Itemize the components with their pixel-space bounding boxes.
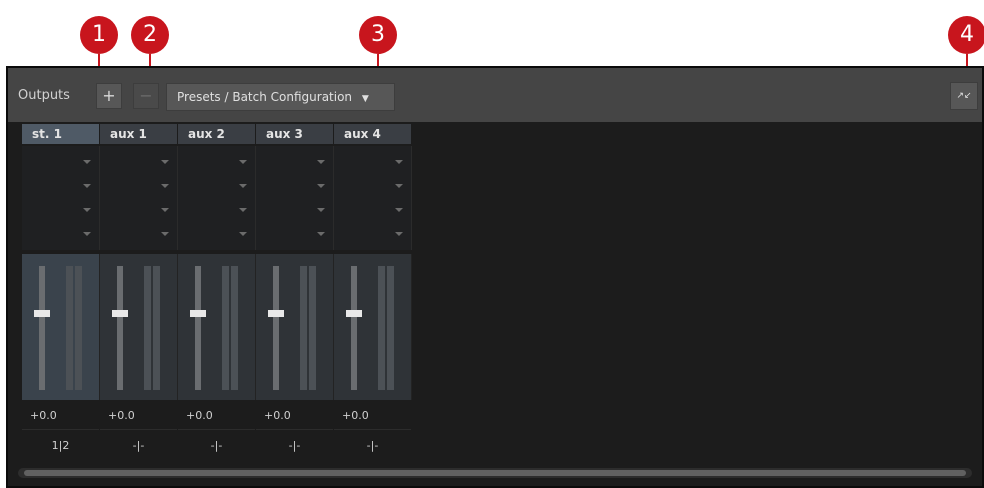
volume-value[interactable]: +0.0 [256,402,333,430]
chevron-down-icon[interactable] [239,184,247,188]
chevron-down-icon[interactable] [161,232,169,236]
routing-section [334,146,412,250]
chevron-down-icon[interactable] [395,160,403,164]
level-meter-right [231,266,238,390]
chevron-down-icon[interactable] [317,160,325,164]
level-meter-right [309,266,316,390]
routing-section [22,146,100,250]
callout-badge-2: 2 [131,16,169,54]
fader-section [178,254,256,400]
level-meter-right [75,266,82,390]
volume-value[interactable]: +0.0 [334,402,411,430]
level-meter-left [300,266,307,390]
volume-fader-track[interactable] [351,266,357,390]
chevron-down-icon[interactable] [83,208,91,212]
chevron-down-icon[interactable] [395,232,403,236]
volume-value[interactable]: +0.0 [22,402,99,430]
chevron-down-icon[interactable] [239,160,247,164]
channel-name[interactable]: aux 1 [100,124,177,144]
horizontal-scrollbar[interactable] [18,468,972,478]
outputs-label: Outputs [18,88,70,103]
scrollbar-thumb[interactable] [24,470,966,476]
chevron-down-icon[interactable] [83,160,91,164]
chevron-down-icon[interactable] [83,184,91,188]
volume-fader-track[interactable] [39,266,45,390]
fader-section [256,254,334,400]
level-meter-right [387,266,394,390]
level-meter-left [378,266,385,390]
fader-section [22,254,100,400]
volume-fader-handle[interactable] [112,310,128,318]
chevron-down-icon[interactable] [161,184,169,188]
fader-section [100,254,178,400]
add-output-button[interactable]: + [96,83,122,109]
level-meter-left [144,266,151,390]
chevron-down-icon[interactable] [83,232,91,236]
chevron-down-icon[interactable] [395,184,403,188]
level-meter-left [66,266,73,390]
channel-name[interactable]: st. 1 [22,124,99,144]
volume-fader-handle[interactable] [34,310,50,318]
outputs-toolbar: Outputs + − Presets / Batch Configuratio… [8,68,982,122]
output-assignment[interactable]: -|- [100,432,177,460]
fader-section [334,254,412,400]
volume-fader-track[interactable] [195,266,201,390]
routing-section [100,146,178,250]
level-meter-right [153,266,160,390]
volume-value[interactable]: +0.0 [100,402,177,430]
chevron-down-icon[interactable] [317,184,325,188]
output-assignment[interactable]: -|- [178,432,255,460]
callout-badge-1: 1 [80,16,118,54]
output-assignment[interactable]: 1|2 [22,432,99,460]
volume-fader-handle[interactable] [190,310,206,318]
output-assignment[interactable]: -|- [334,432,411,460]
chevron-down-icon[interactable] [395,208,403,212]
chevron-down-icon[interactable] [317,208,325,212]
channel-name[interactable]: aux 4 [334,124,411,144]
channel-name[interactable]: aux 3 [256,124,333,144]
volume-fader-track[interactable] [117,266,123,390]
chevron-down-icon[interactable] [317,232,325,236]
chevron-down-icon[interactable] [239,208,247,212]
callout-badge-4: 4 [948,16,984,54]
routing-section [178,146,256,250]
chevron-down-icon: ▼ [361,94,369,104]
level-meter-left [222,266,229,390]
presets-dropdown-label: Presets / Batch Configuration [177,90,353,104]
volume-fader-track[interactable] [273,266,279,390]
callout-badge-3: 3 [359,16,397,54]
volume-fader-handle[interactable] [268,310,284,318]
output-assignment[interactable]: -|- [256,432,333,460]
chevron-down-icon[interactable] [239,232,247,236]
volume-fader-handle[interactable] [346,310,362,318]
presets-batch-configuration-dropdown[interactable]: Presets / Batch Configuration ▼ [166,83,395,111]
volume-value[interactable]: +0.0 [178,402,255,430]
chevron-down-icon[interactable] [161,160,169,164]
collapse-icon: ↗↙ [956,91,972,101]
outputs-panel: Outputs + − Presets / Batch Configuratio… [6,66,984,488]
channel-name[interactable]: aux 2 [178,124,255,144]
routing-section [256,146,334,250]
remove-output-button[interactable]: − [133,83,159,109]
chevron-down-icon[interactable] [161,208,169,212]
collapse-button[interactable]: ↗↙ [950,82,978,110]
